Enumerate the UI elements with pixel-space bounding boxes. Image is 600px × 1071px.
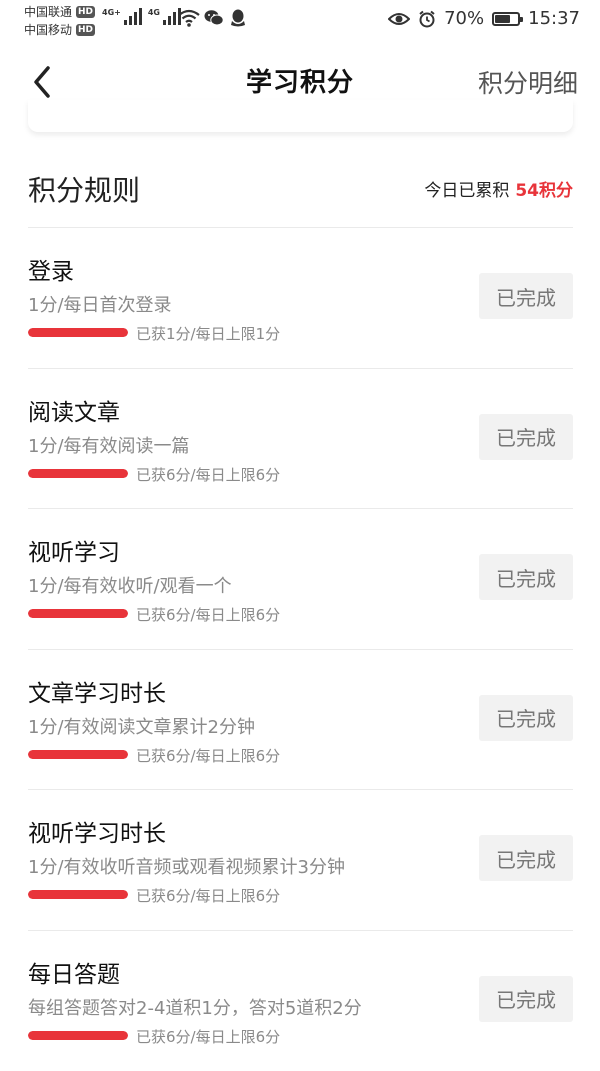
- rules-header: 积分规则 今日已累积 54积分: [28, 165, 573, 225]
- rules-title: 积分规则: [28, 174, 141, 207]
- eye-icon: [388, 12, 411, 25]
- progress-text: 已获6分/每日上限6分: [136, 465, 281, 484]
- progress-bar-fill: [28, 468, 128, 478]
- rule-name: 每日答题: [28, 961, 120, 988]
- completed-button[interactable]: 已完成: [479, 975, 573, 1022]
- signal-1-icon: 4G+: [102, 8, 142, 25]
- rule-item: 每日答题每组答题答对2-4道积1分，答对5道积2分已获6分/每日上限6分 已完成: [28, 929, 573, 1071]
- progress-text: 已获6分/每日上限6分: [136, 1027, 281, 1046]
- rule-item: 文章学习时长 1分/有效阅读文章累计2分钟已获6分/每日上限6分 已完成: [28, 648, 573, 790]
- completed-button[interactable]: 已完成: [479, 413, 573, 460]
- rule-list: 登录 1分/每日首次登录 已获1分/每日上限1分 已完成 阅读文章 1分/每有效阅读一篇已…: [28, 227, 573, 1071]
- rule-description: 1分/有效收听音频或观看视频累计3分钟: [28, 857, 345, 879]
- rule-description: 1分/有效阅读文章累计2分钟: [28, 716, 255, 738]
- points-detail-link[interactable]: 积分明细: [478, 64, 578, 100]
- completed-button[interactable]: 已完成: [479, 273, 573, 319]
- progress-bar: [28, 468, 128, 478]
- rule-item: 视听学习 1分/每有效收听/观看一个已获6分/每日上限6分 已完成: [28, 508, 573, 649]
- rule-name: 视听学习时长: [28, 821, 166, 848]
- hd-badge: HD: [76, 6, 96, 18]
- battery-level-fill: [495, 14, 510, 23]
- progress-bar-fill: [28, 609, 128, 619]
- rule-name: 视听学习: [28, 540, 120, 567]
- completed-button[interactable]: 已完成: [479, 694, 573, 741]
- rule-item: 登录 1分/每日首次登录已获1分/每日上限1分 已完成: [28, 227, 573, 368]
- progress-bar-fill: [28, 749, 128, 759]
- progress-bar-fill: [28, 890, 128, 900]
- progress-bar: [28, 328, 128, 337]
- rule-name: 文章学习时长: [28, 680, 166, 707]
- progress-bar: [28, 890, 128, 900]
- progress-bar: [28, 609, 128, 619]
- rule-description: 每组答题答对2-4道积1分，答对5道积2分: [28, 997, 362, 1019]
- alarm-icon: [419, 10, 435, 27]
- today-points-value: 54积分: [515, 181, 573, 201]
- network-type-1: 4G+: [102, 8, 121, 17]
- rule-description: 1分/每有效阅读一篇: [28, 435, 190, 457]
- carrier-1-name: 中国联通: [24, 5, 73, 19]
- completed-button[interactable]: 已完成: [479, 554, 573, 601]
- hd-badge: HD: [76, 24, 96, 36]
- battery-icon: [492, 11, 524, 26]
- qq-icon: [231, 9, 245, 27]
- carrier-2-name: 中国移动: [24, 23, 73, 37]
- progress-text: 已获1分/每日上限1分: [136, 325, 281, 343]
- carrier-1: 中国联通 HD: [24, 3, 96, 21]
- progress-bar-fill: [28, 328, 128, 337]
- rule-name: 登录: [28, 259, 74, 285]
- progress-text: 已获6分/每日上限6分: [136, 887, 281, 906]
- progress-bar-fill: [28, 1030, 128, 1040]
- carrier-2: 中国移动 HD: [24, 21, 96, 39]
- clock: 15:37: [528, 8, 580, 29]
- battery-percent: 70%: [444, 8, 485, 29]
- progress-bar: [28, 749, 128, 759]
- today-points: 今日已累积 54积分: [424, 176, 573, 201]
- progress-text: 已获6分/每日上限6分: [136, 606, 281, 625]
- rule-description: 1分/每有效收听/观看一个: [28, 576, 232, 598]
- system-status: 70% 15:37: [388, 8, 580, 29]
- status-bar: 中国联通 HD 中国移动 HD 4G+ 4G 70% 15:37: [0, 0, 600, 44]
- rule-name: 阅读文章: [28, 399, 120, 426]
- today-label: 今日已累积: [424, 181, 510, 201]
- network-type-2: 4G: [147, 8, 160, 17]
- progress-bar: [28, 1030, 128, 1040]
- carrier-info: 中国联通 HD 中国移动 HD: [24, 3, 96, 39]
- rule-item: 阅读文章 1分/每有效阅读一篇已获6分/每日上限6分 已完成: [28, 367, 573, 509]
- battery-cap: [520, 16, 524, 22]
- wechat-icon: [204, 10, 224, 26]
- wifi-icon: [178, 9, 200, 27]
- summary-card-bottom: [28, 100, 573, 132]
- rule-item: 视听学习时长 1分/有效收听音频或观看视频累计3分钟已获6分/每日上限6分 已完成: [28, 789, 573, 930]
- rule-description: 1分/每日首次登录: [28, 295, 172, 316]
- signal-indicators: 4G+ 4G: [102, 8, 181, 25]
- signal-2-icon: 4G: [148, 8, 181, 25]
- progress-text: 已获6分/每日上限6分: [136, 746, 281, 765]
- completed-button[interactable]: 已完成: [479, 835, 573, 882]
